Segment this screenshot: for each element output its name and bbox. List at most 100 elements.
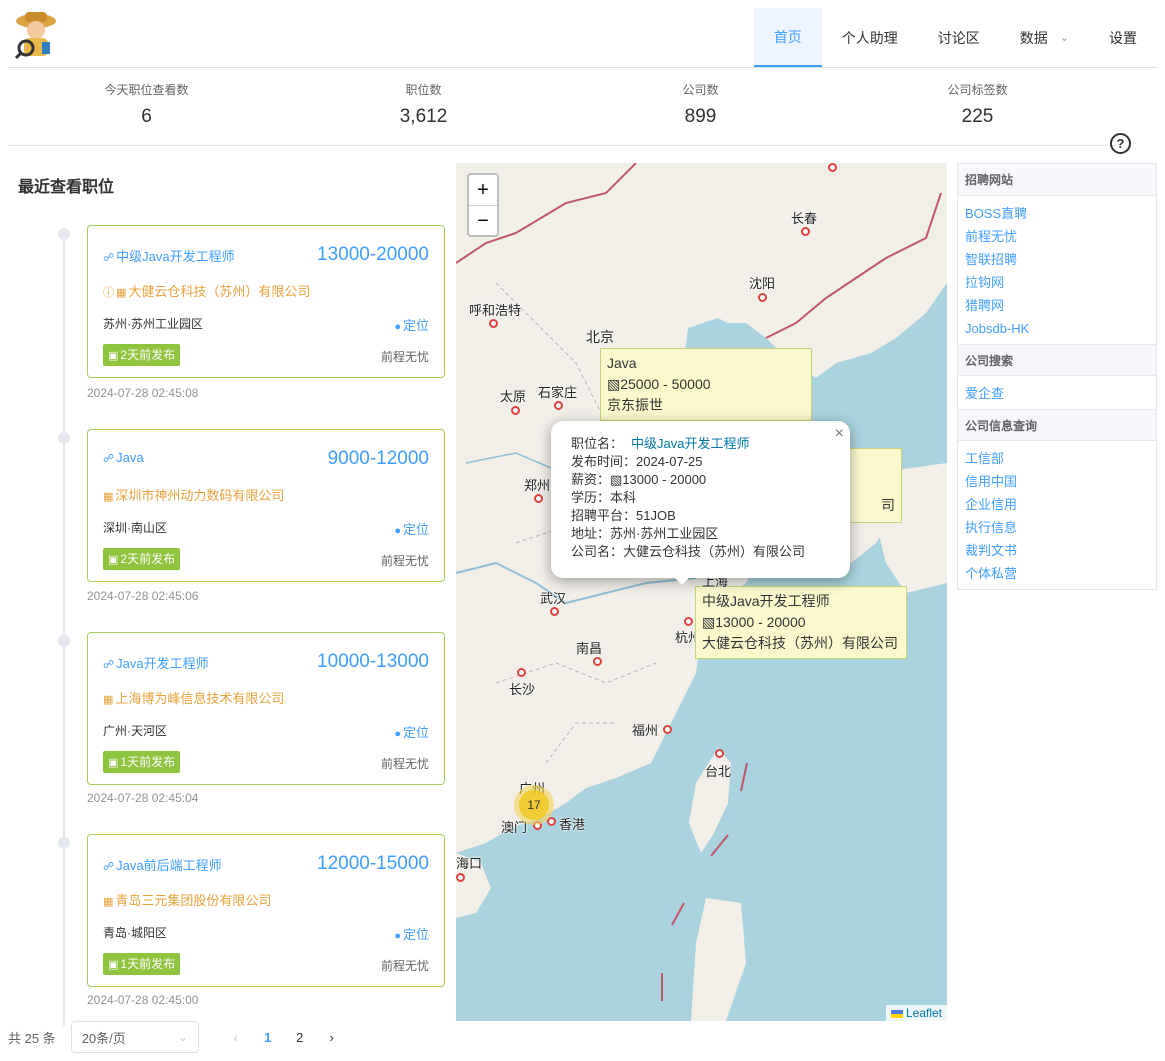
locate-button[interactable]: ● 定位 bbox=[394, 315, 429, 334]
job-salary: 10000-13000 bbox=[317, 651, 429, 672]
question-icon: ⓘ bbox=[103, 287, 114, 299]
badge-text: 1天前发布 bbox=[120, 957, 176, 971]
nav-label: 讨论区 bbox=[937, 29, 980, 46]
marker-cluster[interactable]: 17 bbox=[514, 785, 554, 825]
stat-views: 今天职位查看数 6 bbox=[8, 70, 285, 145]
locate-label: 定位 bbox=[402, 318, 429, 333]
sidebar-link[interactable]: 企业信用 bbox=[965, 493, 1149, 516]
nav-settings[interactable]: 设置 bbox=[1089, 8, 1157, 67]
chevron-down-icon: ⌄ bbox=[178, 1031, 188, 1044]
page-button[interactable]: 2 bbox=[291, 1030, 309, 1045]
sidebar-section-title: 公司信息查询 bbox=[958, 409, 1156, 441]
locate-label: 定位 bbox=[402, 725, 429, 740]
nav-forum[interactable]: 讨论区 bbox=[918, 8, 1000, 67]
page-size-select[interactable]: 20条/页 ⌄ bbox=[70, 1021, 199, 1053]
sidebar-link[interactable]: 智联招聘 bbox=[965, 248, 1149, 271]
next-page-button[interactable]: › bbox=[323, 1030, 341, 1045]
job-location: 深圳·南山区 bbox=[103, 521, 167, 535]
job-title[interactable]: ☍ 中级Java开发工程师 bbox=[103, 246, 235, 265]
popup-row: 发布时间：2024-07-25 bbox=[571, 453, 830, 471]
sidebar-link[interactable]: 信用中国 bbox=[965, 470, 1149, 493]
city-label: 太原 bbox=[500, 389, 527, 404]
popup-row: 地址：苏州·苏州工业园区 bbox=[571, 525, 830, 543]
city-label: 台北 bbox=[705, 764, 732, 779]
popup-row: 学历：本科 bbox=[571, 489, 830, 507]
city-dot bbox=[550, 607, 559, 616]
stat-jobs: 职位数 3,612 bbox=[285, 70, 562, 145]
job-source: 前程无忧 bbox=[380, 959, 429, 973]
job-card[interactable]: ☍ 中级Java开发工程师 13000-20000 ⓘ ▦ 大健云仓科技（苏州）有限公… bbox=[87, 225, 445, 378]
locate-button[interactable]: ● 定位 bbox=[394, 722, 429, 741]
logo-icon[interactable] bbox=[14, 8, 58, 60]
job-company[interactable]: ▦ 青岛三元集团股份有限公司 bbox=[103, 890, 271, 909]
locate-button[interactable]: ● 定位 bbox=[394, 519, 429, 538]
job-card[interactable]: ☍ Java前后端工程师 12000-15000 ▦ 青岛三元集团股份有限公司 青岛… bbox=[87, 834, 445, 987]
company-text: 上海博为峰信息技术有限公司 bbox=[115, 691, 285, 706]
close-icon[interactable]: × bbox=[835, 425, 844, 443]
zoom-in-button[interactable]: + bbox=[469, 175, 497, 205]
map-tooltip[interactable]: Java ▧25000 - 50000 京东振世 bbox=[600, 348, 812, 421]
location-pin-icon: ● bbox=[394, 728, 401, 740]
prev-page-button[interactable]: ‹ bbox=[227, 1030, 245, 1045]
cluster-count: 17 bbox=[519, 790, 549, 820]
sidebar-link[interactable]: 执行信息 bbox=[965, 516, 1149, 539]
sidebar-link[interactable]: Jobsdb-HK bbox=[965, 317, 1149, 340]
job-card[interactable]: ☍ Java 9000-12000 ▦ 深圳市神州动力数码有限公司 深圳·南山区 ●… bbox=[87, 429, 445, 582]
sidebar-link[interactable]: 个体私营 bbox=[965, 562, 1149, 585]
popup-label: 学历： bbox=[571, 490, 611, 505]
sidebar-link[interactable]: 工信部 bbox=[965, 447, 1149, 470]
map-attribution[interactable]: Leaflet bbox=[885, 1005, 947, 1021]
job-map[interactable]: 长春 沈阳 呼和浩特 北京 太原 石家庄 郑州 武汉 南昌 杭州 长沙 福州 台… bbox=[456, 163, 947, 1021]
job-title[interactable]: ☍ Java bbox=[103, 450, 144, 465]
job-company[interactable]: ⓘ ▦ 大健云仓科技（苏州）有限公司 bbox=[103, 281, 310, 300]
city-label: 长沙 bbox=[509, 682, 536, 697]
publish-badge: ▣ 1天前发布 bbox=[103, 751, 181, 773]
city-label: 长春 bbox=[791, 211, 818, 226]
popup-value: 51JOB bbox=[636, 508, 676, 523]
attribution-link[interactable]: Leaflet bbox=[906, 1006, 942, 1020]
locate-label: 定位 bbox=[402, 522, 429, 537]
stat-tags: 公司标签数 225 bbox=[839, 70, 1116, 145]
job-company[interactable]: ▦ 深圳市神州动力数码有限公司 bbox=[103, 485, 284, 504]
sidebar-section-title: 公司搜索 bbox=[958, 344, 1156, 376]
nav-home[interactable]: 首页 bbox=[753, 8, 822, 67]
map-tooltip[interactable]: 中级Java开发工程师 ▧13000 - 20000 大健云仓科技（苏州）有限公… bbox=[695, 586, 907, 659]
sidebar-link[interactable]: 猎聘网 bbox=[965, 294, 1149, 317]
job-salary: 12000-15000 bbox=[317, 853, 429, 874]
job-title[interactable]: ☍ Java前后端工程师 bbox=[103, 855, 222, 874]
money-icon: ▧ bbox=[702, 614, 716, 630]
publish-badge: ▣ 2天前发布 bbox=[103, 548, 181, 570]
nav-data[interactable]: 数据 ⌄ bbox=[1000, 8, 1089, 67]
popup-job-link[interactable]: 中级Java开发工程师 bbox=[631, 436, 749, 451]
nav-label: 数据 bbox=[1019, 29, 1048, 46]
job-title-text: 中级Java开发工程师 bbox=[116, 249, 235, 264]
nav-assistant[interactable]: 个人助理 bbox=[822, 8, 918, 67]
stats-bar: 今天职位查看数 6 职位数 3,612 公司数 899 公司标签数 225 bbox=[8, 70, 1116, 146]
job-title[interactable]: ☍ Java开发工程师 bbox=[103, 653, 209, 672]
tooltip-salary: ▧25000 - 50000 bbox=[607, 374, 805, 395]
city-dot bbox=[715, 749, 724, 758]
location-pin-icon: ● bbox=[394, 525, 401, 537]
sidebar-link[interactable]: 爱企查 bbox=[965, 382, 1149, 405]
help-icon[interactable]: ? bbox=[1110, 133, 1131, 154]
job-salary: 9000-12000 bbox=[327, 448, 429, 469]
job-location: 青岛·城阳区 bbox=[103, 926, 167, 940]
sidebar-link[interactable]: 前程无忧 bbox=[965, 225, 1149, 248]
tooltip-salary-text: 13000 - 20000 bbox=[715, 614, 806, 630]
sidebar-link[interactable]: 拉钩网 bbox=[965, 271, 1149, 294]
locate-button[interactable]: ● 定位 bbox=[394, 924, 429, 943]
main-nav: 首页 个人助理 讨论区 数据 ⌄ 设置 bbox=[753, 8, 1157, 67]
page-button[interactable]: 1 bbox=[259, 1030, 277, 1045]
sidebar-link-list: 工信部 信用中国 企业信用 执行信息 裁判文书 个体私营 bbox=[958, 441, 1156, 589]
calendar-icon: ▣ bbox=[108, 350, 119, 362]
zoom-out-button[interactable]: − bbox=[469, 205, 497, 235]
sidebar-link[interactable]: BOSS直聘 bbox=[965, 202, 1149, 225]
city-label: 武汉 bbox=[540, 591, 567, 606]
briefcase-icon: ☍ bbox=[103, 659, 115, 671]
job-company[interactable]: ▦ 上海博为峰信息技术有限公司 bbox=[103, 688, 284, 707]
job-card[interactable]: ☍ Java开发工程师 10000-13000 ▦ 上海博为峰信息技术有限公司 广州… bbox=[87, 632, 445, 785]
calendar-icon: ▣ bbox=[108, 554, 119, 566]
sidebar-link[interactable]: 裁判文书 bbox=[965, 539, 1149, 562]
city-dot bbox=[456, 873, 465, 882]
location-pin-icon: ● bbox=[394, 321, 401, 333]
